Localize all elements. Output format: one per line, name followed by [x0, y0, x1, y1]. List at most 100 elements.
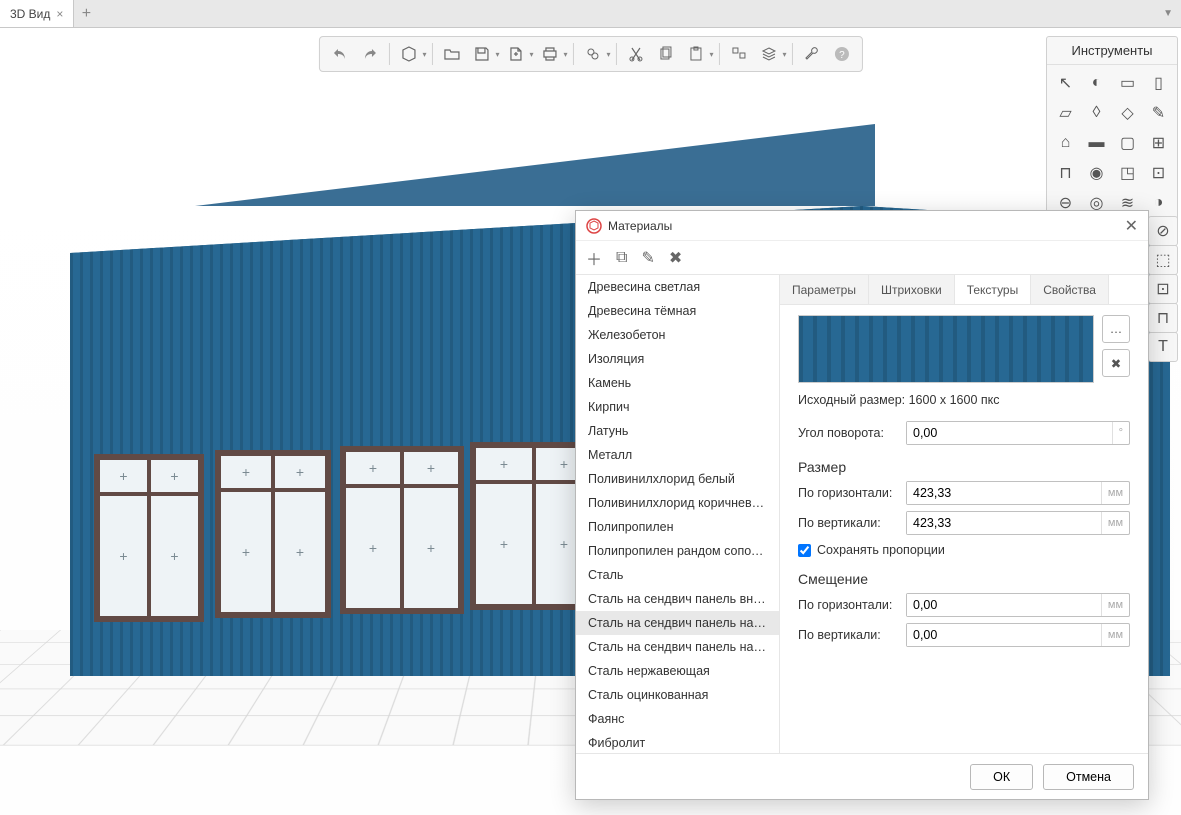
wall-tool-icon[interactable]: ▱: [1051, 99, 1080, 127]
browse-texture-icon[interactable]: …: [1102, 315, 1130, 343]
tab-add-button[interactable]: +: [74, 5, 98, 23]
undo-icon[interactable]: [325, 40, 353, 68]
material-item[interactable]: Камень: [576, 371, 779, 395]
material-item[interactable]: Полипропилен: [576, 515, 779, 539]
copy-icon[interactable]: [652, 40, 680, 68]
marker-tool-icon[interactable]: ◐: [1082, 69, 1111, 97]
redo-icon[interactable]: [355, 40, 383, 68]
tools-panel-title: Инструменты: [1047, 37, 1177, 65]
offset-v-label: По вертикали:: [798, 628, 906, 642]
print-icon[interactable]: [535, 40, 563, 68]
tab-3d-view[interactable]: 3D Вид ×: [0, 0, 74, 27]
material-item[interactable]: Полипропилен рандом сополимер: [576, 539, 779, 563]
delete-material-icon[interactable]: ✖: [669, 248, 682, 268]
door-tool-icon[interactable]: ▢: [1113, 129, 1142, 157]
size-h-label: По горизонтали:: [798, 486, 906, 500]
ok-button[interactable]: ОК: [970, 764, 1033, 790]
size-v-unit: мм: [1101, 512, 1129, 534]
size-h-input[interactable]: [907, 482, 1101, 504]
size-v-input[interactable]: [907, 512, 1101, 534]
tab-label: 3D Вид: [10, 7, 50, 21]
material-item[interactable]: Латунь: [576, 419, 779, 443]
main-toolbar: ▾ ▾ ▾ ▾ ▾ ▾ ▾ ?: [318, 36, 862, 72]
tab-textures[interactable]: Текстуры: [955, 275, 1032, 304]
tab-params[interactable]: Параметры: [780, 275, 869, 304]
material-item[interactable]: Сталь оцинкованная: [576, 683, 779, 707]
tools-panel: Инструменты ↖ ◐ ▭ ▯ ▱ ◊ ◇ ✎ ⌂ ▬ ▢ ⊞ ⊓ ◉ …: [1046, 36, 1178, 222]
angle-input-wrap: °: [906, 421, 1130, 445]
material-item[interactable]: Поливинилхлорид белый: [576, 467, 779, 491]
slab-tool-icon[interactable]: ◊: [1082, 99, 1111, 127]
window-3: ++++: [340, 446, 464, 614]
beam-tool-icon[interactable]: ▬: [1082, 129, 1111, 157]
tool-ext-3-icon[interactable]: ⊡: [1148, 274, 1178, 304]
wrench-icon[interactable]: [798, 40, 826, 68]
cancel-button[interactable]: Отмена: [1043, 764, 1134, 790]
material-item[interactable]: Сталь на сендвич панель наружная 2: [576, 635, 779, 659]
size-v-label: По вертикали:: [798, 516, 906, 530]
text-tool-icon[interactable]: T: [1148, 332, 1178, 362]
window-tool-icon[interactable]: ⊞: [1144, 129, 1173, 157]
source-size-label: Исходный размер: 1600 х 1600 пкс: [798, 393, 1130, 407]
material-item[interactable]: Древесина тёмная: [576, 299, 779, 323]
tab-close-icon[interactable]: ×: [56, 7, 63, 21]
pencil-tool-icon[interactable]: ✎: [1144, 99, 1173, 127]
materials-dialog: Материалы ✕ ＋ ⧉ ✎ ✖ Древесина светлаяДре…: [575, 210, 1149, 800]
tab-properties[interactable]: Свойства: [1031, 275, 1109, 304]
dialog-close-icon[interactable]: ✕: [1125, 216, 1138, 236]
object-tool-icon[interactable]: ◉: [1082, 159, 1111, 187]
tab-hatches[interactable]: Штриховки: [869, 275, 955, 304]
save-icon[interactable]: [467, 40, 495, 68]
material-item[interactable]: Сталь: [576, 563, 779, 587]
keep-proportions-checkbox[interactable]: [798, 544, 811, 557]
material-item[interactable]: Сталь на сендвич панель наружная: [576, 611, 779, 635]
folder-open-icon[interactable]: [437, 40, 465, 68]
material-item[interactable]: Древесина светлая: [576, 275, 779, 299]
tool-ext-4-icon[interactable]: ⊓: [1148, 303, 1178, 333]
cube-icon[interactable]: [394, 40, 422, 68]
column-tool-icon[interactable]: ▯: [1144, 69, 1173, 97]
box-tool-icon[interactable]: ◳: [1113, 159, 1142, 187]
svg-text:?: ?: [839, 50, 845, 61]
edit-material-icon[interactable]: ✎: [641, 248, 654, 268]
clear-texture-icon[interactable]: ✖: [1102, 349, 1130, 377]
help-icon[interactable]: ?: [828, 40, 856, 68]
eraser-tool-icon[interactable]: ◇: [1113, 99, 1142, 127]
offset-heading: Смещение: [798, 571, 1130, 587]
material-item[interactable]: Металл: [576, 443, 779, 467]
paste-icon[interactable]: [682, 40, 710, 68]
offset-h-input[interactable]: [907, 594, 1101, 616]
table-tool-icon[interactable]: ⊓: [1051, 159, 1080, 187]
window-1: ++++: [94, 454, 204, 622]
tool-ext-2-icon[interactable]: ⬚: [1148, 245, 1178, 275]
material-item[interactable]: Поливинилхлорид коричневый: [576, 491, 779, 515]
size-h-unit: мм: [1101, 482, 1129, 504]
material-item[interactable]: Железобетон: [576, 323, 779, 347]
offset-v-input[interactable]: [907, 624, 1101, 646]
align-icon[interactable]: [725, 40, 753, 68]
export-icon[interactable]: [501, 40, 529, 68]
tab-menu-icon[interactable]: ▼: [1163, 8, 1173, 19]
offset-h-label: По горизонтали:: [798, 598, 906, 612]
select-tool-icon[interactable]: ↖: [1051, 69, 1080, 97]
duplicate-material-icon[interactable]: ⧉: [616, 249, 627, 267]
material-item[interactable]: Изоляция: [576, 347, 779, 371]
group-tool-icon[interactable]: ⊡: [1144, 159, 1173, 187]
material-item[interactable]: Фибролит: [576, 731, 779, 753]
size-heading: Размер: [798, 459, 1130, 475]
cut-icon[interactable]: [622, 40, 650, 68]
angle-input[interactable]: [907, 422, 1112, 444]
material-item[interactable]: Кирпич: [576, 395, 779, 419]
material-item[interactable]: Фаянс: [576, 707, 779, 731]
rect-tool-icon[interactable]: ▭: [1113, 69, 1142, 97]
link-icon[interactable]: [579, 40, 607, 68]
roof-tool-icon[interactable]: ⌂: [1051, 129, 1080, 157]
material-item[interactable]: Сталь нержавеющая: [576, 659, 779, 683]
angle-label: Угол поворота:: [798, 426, 906, 440]
tool-ext-1-icon[interactable]: ⊘: [1148, 216, 1178, 246]
dialog-titlebar[interactable]: Материалы ✕: [576, 211, 1148, 241]
material-item[interactable]: Сталь на сендвич панель внутренняя: [576, 587, 779, 611]
materials-list[interactable]: Древесина светлаяДревесина тёмнаяЖелезоб…: [576, 275, 780, 753]
layers-icon[interactable]: [755, 40, 783, 68]
add-material-icon[interactable]: ＋: [586, 246, 602, 270]
